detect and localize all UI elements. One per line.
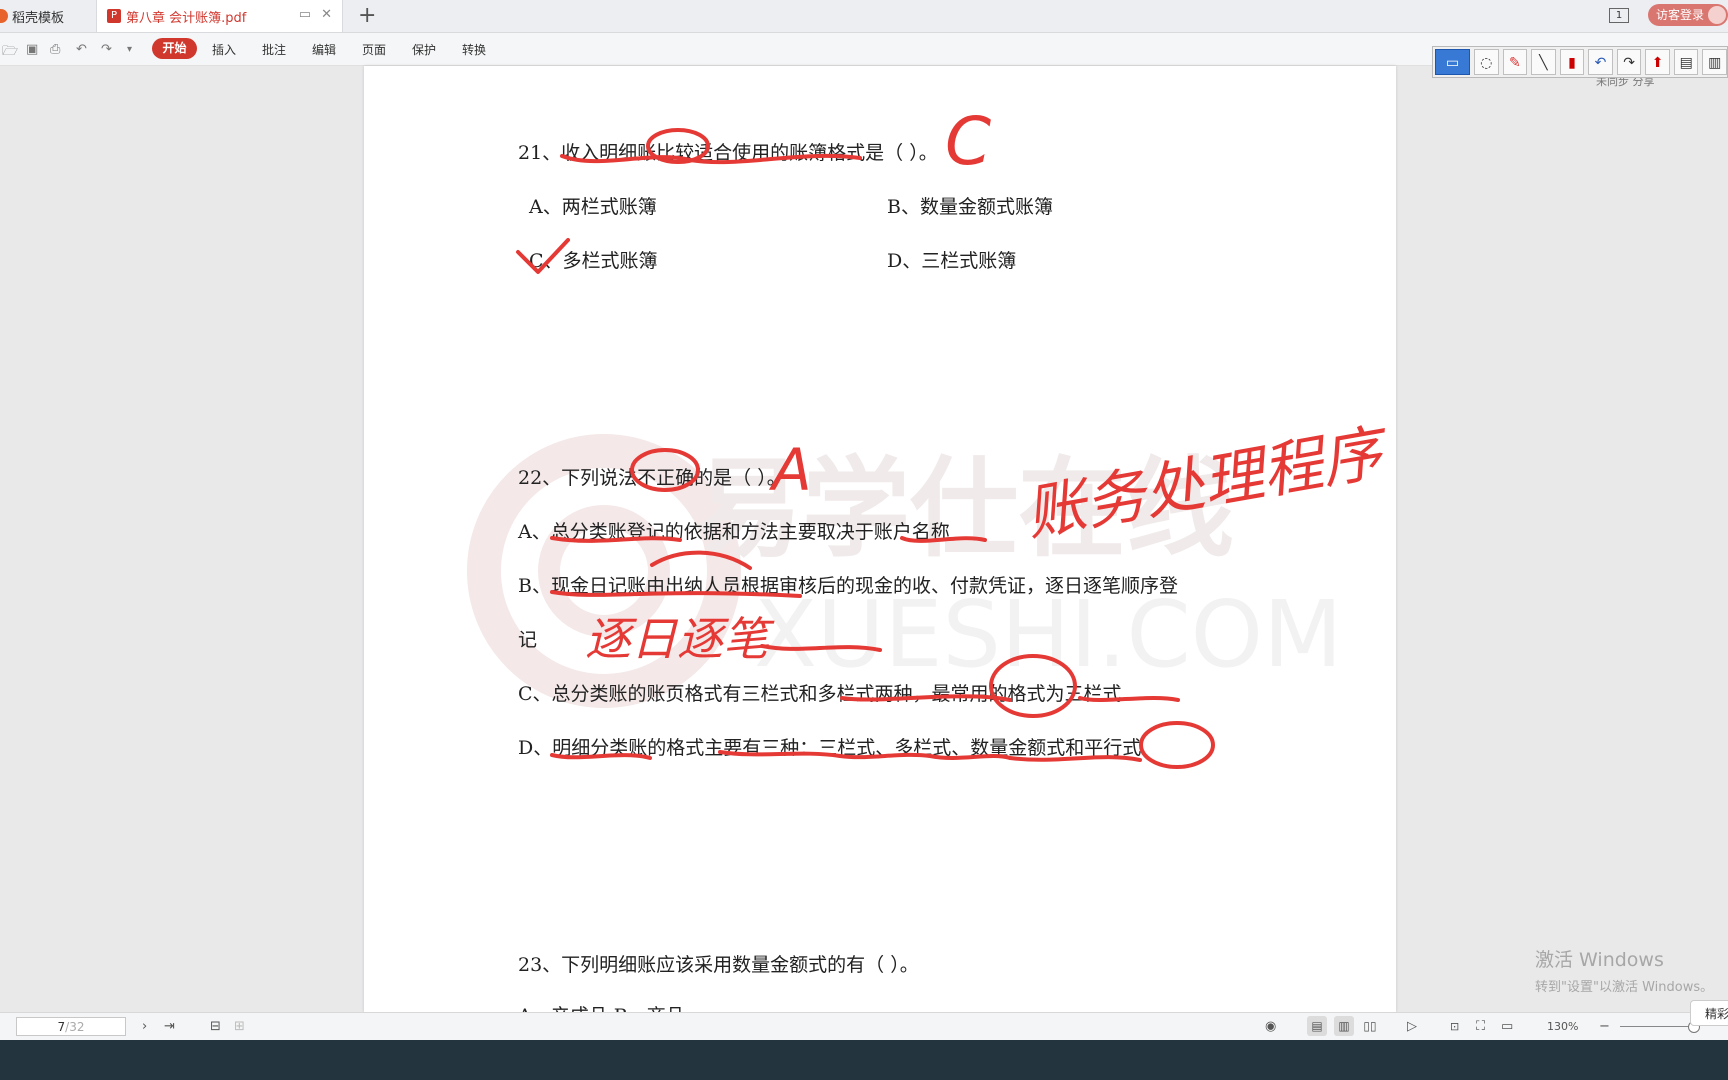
continuous-view-icon[interactable]: ▥ (1334, 1016, 1354, 1036)
redo-icon[interactable]: ↷ (101, 42, 112, 57)
pen-icon[interactable]: ✎ (1502, 49, 1528, 75)
redo-annotation-icon[interactable]: ↷ (1616, 49, 1642, 75)
save-icon[interactable]: ▣ (26, 42, 38, 57)
exit-annotation-icon[interactable]: ▥ (1702, 49, 1728, 75)
docer-logo-icon (0, 9, 8, 23)
undo-icon[interactable]: ↶ (76, 42, 87, 57)
login-button[interactable]: 访客登录 (1648, 4, 1728, 26)
q22-option-a: A、总分类账登记的依据和方法主要取决于账户名称 (518, 521, 950, 543)
play-icon[interactable]: ▷ (1407, 1019, 1417, 1034)
pdf-icon: P (107, 9, 121, 23)
tab-home-label: 稻壳模板 (12, 10, 65, 26)
activation-line2: 转到"设置"以激活 Windows。 (1535, 980, 1714, 995)
tab-home[interactable]: 稻壳模板 (0, 0, 94, 32)
document-page: 易学仕在线 XUESHI.COM 21、收入明细账比较适合使用的账簿格式是（ ）… (364, 66, 1396, 1012)
login-label: 访客登录 (1656, 8, 1705, 22)
prev-view-icon[interactable]: ⊟ (210, 1019, 221, 1034)
q22-option-d: D、明细分类账的格式主要有三种：三栏式、多栏式、数量金额式和平行式 (518, 737, 1142, 759)
last-page-icon[interactable]: ⇥ (164, 1019, 175, 1034)
next-view-icon[interactable]: ⊞ (234, 1019, 245, 1034)
float-window-icon[interactable]: ▭ (299, 7, 311, 22)
fit-width-icon[interactable]: ▭ (1501, 1019, 1513, 1034)
zoom-out-icon[interactable]: − (1599, 1019, 1610, 1034)
menu-protect[interactable]: 保护 (412, 41, 436, 58)
page-total: /32 (65, 1020, 85, 1034)
q21-option-b: B、数量金额式账簿 (887, 196, 1053, 218)
menu-annotate[interactable]: 批注 (262, 41, 286, 58)
page-current: 7 (57, 1020, 66, 1034)
q22-stem: 22、下列说法不正确的是（ ）。 (518, 467, 786, 489)
q22-option-b-cont: 记 (518, 629, 538, 651)
menu-start[interactable]: 开始 (152, 38, 197, 59)
q22-option-b: B、现金日记账由出纳人员根据审核后的现金的收、付款凭证，逐日逐笔顺序登 (518, 575, 1178, 597)
page-number-input[interactable]: 7/32 (16, 1017, 126, 1036)
menu-insert[interactable]: 插入 (212, 41, 236, 58)
menu-edit[interactable]: 编辑 (312, 41, 336, 58)
zoom-level[interactable]: 130% (1547, 1020, 1578, 1033)
q21-option-a: A、两栏式账簿 (529, 196, 657, 218)
line-icon[interactable]: ╲ (1531, 49, 1556, 75)
single-page-view-icon[interactable]: ▤ (1307, 1016, 1327, 1036)
q22-option-c: C、总分类账的账页格式有三栏式和多栏式两种，最常用的格式为三栏式 (518, 683, 1122, 705)
q21-stem: 21、收入明细账比较适合使用的账簿格式是（ ）。 (518, 142, 938, 164)
dual-page-view-icon[interactable]: ▯▯ (1360, 1016, 1380, 1036)
q23-stem: 23、下列明细账应该采用数量金额式的有（ ）。 (518, 954, 919, 976)
eye-protect-icon[interactable]: ◉ (1265, 1019, 1276, 1034)
q23-partial-options: A、产成品 B、商品 (518, 1001, 685, 1012)
annotation-toolbar: ▭ ◌ ✎ ╲ ▮ ↶ ↷ ⬆ ▤ ▥ (1432, 46, 1728, 78)
menu-convert[interactable]: 转换 (462, 41, 486, 58)
avatar-icon (1708, 6, 1726, 24)
tab-document[interactable]: P 第八章 会计账簿.pdf ▭ ✕ (96, 0, 343, 32)
screen-mode-icon[interactable]: ▭ (1435, 49, 1470, 75)
windows-activation-notice: 激活 Windows 转到"设置"以激活 Windows。 (1535, 945, 1713, 995)
quick-access-menu-icon[interactable]: ▾ (127, 44, 132, 55)
q21-option-d: D、三栏式账簿 (887, 250, 1017, 272)
save-annotation-icon[interactable]: ▤ (1673, 49, 1699, 75)
eraser-icon[interactable]: ◌ (1473, 49, 1499, 75)
fit-page-icon[interactable]: ⛶ (1476, 1019, 1485, 1034)
windows-taskbar (0, 1040, 1728, 1080)
clear-icon[interactable]: ⬆ (1645, 49, 1670, 75)
undo-annotation-icon[interactable]: ↶ (1588, 49, 1613, 75)
zoom-slider-track[interactable] (1620, 1026, 1692, 1027)
status-bar: 7/32 › ⇥ ⊟ ⊞ ◉ ▤ ▥ ▯▯ ▷ ⊡ ⛶ ▭ 130% − (0, 1012, 1728, 1041)
new-tab-button[interactable]: + (358, 3, 376, 28)
tab-bar: 稻壳模板 P 第八章 会计账簿.pdf ▭ ✕ + 1 访客登录 (0, 0, 1728, 33)
next-page-icon[interactable]: › (142, 1019, 147, 1034)
open-folder-icon[interactable]: 🗁 (2, 42, 18, 64)
print-icon[interactable]: ⎙ (50, 42, 60, 57)
featured-side-button[interactable]: 精彩 (1690, 1000, 1728, 1026)
marker-icon[interactable]: ▮ (1559, 49, 1585, 75)
close-tab-icon[interactable]: ✕ (321, 7, 332, 22)
menu-page[interactable]: 页面 (362, 41, 386, 58)
q21-option-c: C、多栏式账簿 (529, 250, 658, 272)
actual-size-icon[interactable]: ⊡ (1450, 1020, 1459, 1033)
window-count-icon[interactable]: 1 (1609, 8, 1629, 23)
tab-document-label: 第八章 会计账簿.pdf (126, 10, 247, 26)
activation-line1: 激活 Windows (1535, 949, 1664, 971)
